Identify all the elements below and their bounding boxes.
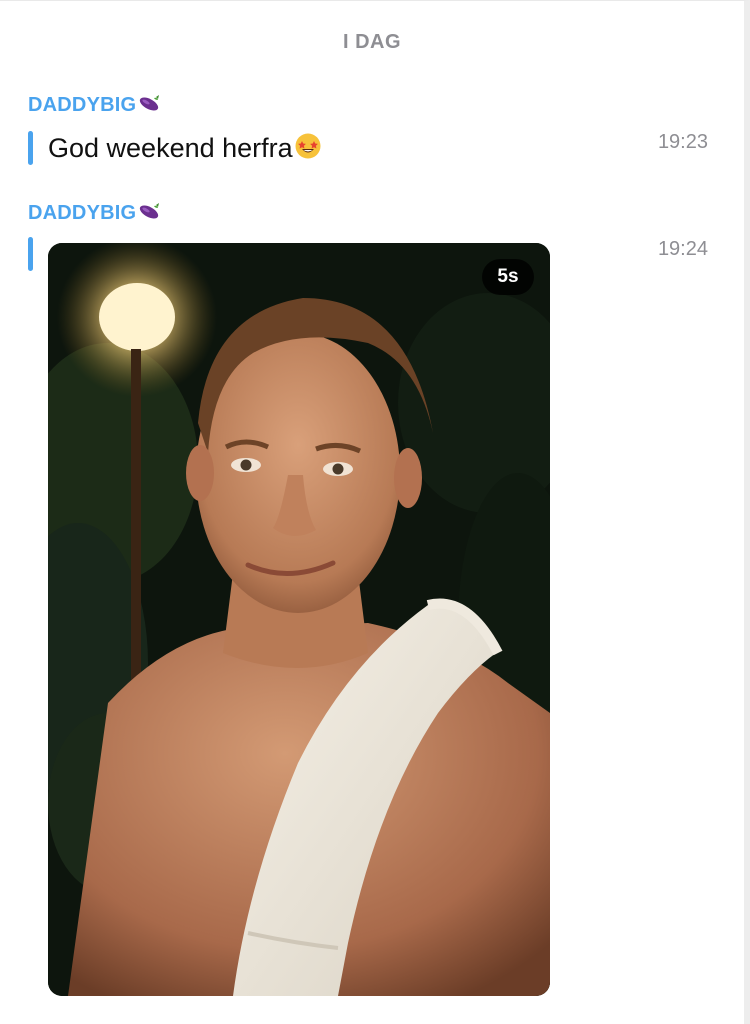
video-duration-badge: 5s [482, 259, 534, 295]
photo-image [48, 243, 550, 996]
message-text[interactable]: God weekend herfra [48, 132, 322, 167]
sender-name: DADDYBIG [28, 202, 137, 224]
message-text-content: God weekend herfra [48, 133, 293, 163]
message-sender[interactable]: DADDYBIG [28, 201, 161, 227]
message-quote-bar [28, 237, 33, 271]
date-separator: I DAG [342, 31, 402, 53]
star-struck-icon [294, 132, 322, 167]
message-time: 19:24 [657, 238, 708, 260]
video-thumbnail[interactable]: 5s [48, 243, 550, 996]
eggplant-icon [137, 93, 161, 119]
eggplant-icon [137, 201, 161, 227]
message-quote-bar [28, 131, 33, 165]
sender-name: DADDYBIG [28, 94, 137, 116]
message-time: 19:23 [657, 131, 708, 153]
chat-window: I DAG DADDYBIG God weekend herfra 19:23 … [0, 0, 750, 1024]
message-sender[interactable]: DADDYBIG [28, 93, 161, 119]
